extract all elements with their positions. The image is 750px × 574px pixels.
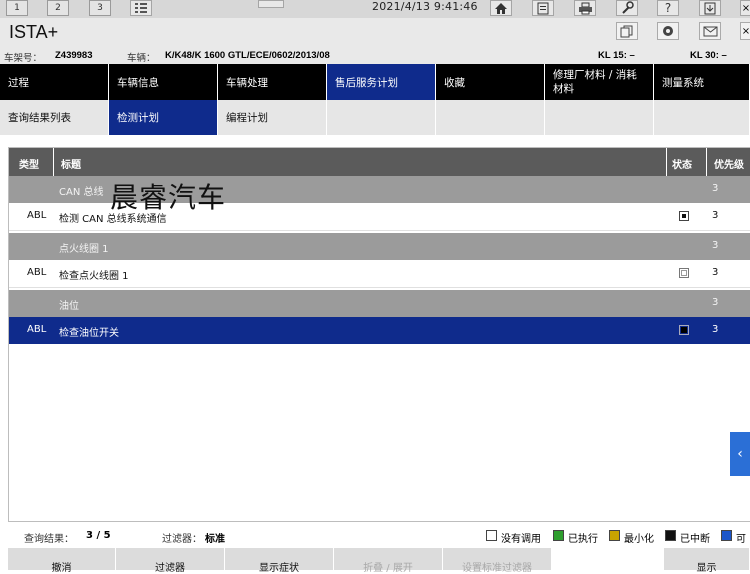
legend-label: 没有调用: [501, 534, 541, 545]
home-icon[interactable]: [490, 0, 512, 16]
mail-icon[interactable]: [699, 22, 721, 40]
wrench-icon[interactable]: [616, 0, 638, 16]
row-type: ABL: [27, 210, 47, 221]
legend-available-icon: [721, 530, 732, 541]
legend-label: 已中断: [680, 534, 710, 545]
button-gap: [552, 548, 664, 570]
subnav-empty-4: [654, 100, 750, 135]
row-title: 检查点火线圈 1: [59, 271, 129, 282]
printer-icon[interactable]: [574, 0, 596, 16]
row-priority: 3: [712, 240, 719, 251]
nav-service-plan[interactable]: 售后服务计划: [327, 64, 436, 100]
table-row-group-ignition[interactable]: 点火线圈 1 3: [9, 233, 750, 260]
row-title: 检查油位开关: [59, 328, 119, 339]
subnav-query-results[interactable]: 查询结果列表: [0, 100, 109, 135]
col-priority[interactable]: 优先级: [714, 156, 744, 171]
clock: 2021/4/13 9:41:46: [372, 0, 478, 13]
legend-minimized-icon: [609, 530, 620, 541]
row-priority: 3: [712, 324, 719, 335]
nav-vehicle-processing[interactable]: 车辆处理: [218, 64, 327, 100]
vehicle-value: K/K48/K 1600 GTL/ECE/0602/2013/08: [165, 50, 330, 61]
session-tab-2[interactable]: 2: [47, 0, 69, 16]
col-status[interactable]: 状态: [672, 156, 692, 171]
vehicle-label: 车辆：: [127, 53, 156, 64]
subnav-empty-2: [436, 100, 545, 135]
watermark-text: 晨睿汽车: [110, 181, 227, 214]
nav-measurement-system[interactable]: 测量系统: [654, 64, 750, 100]
table-row-oil-switch-selected[interactable]: ABL 检查油位开关 3: [9, 317, 750, 344]
filter-value: 标准: [205, 534, 225, 545]
close-icon[interactable]: ×: [740, 0, 750, 16]
kl30-status: KL 30: –: [690, 50, 727, 61]
session-tab-3[interactable]: 3: [89, 0, 111, 16]
legend-not-called-icon: [486, 530, 497, 541]
vin-label: 车架号：: [4, 53, 43, 64]
help-icon[interactable]: ?: [657, 0, 679, 16]
row-title: 点火线圈 1: [59, 244, 109, 255]
nav-workshop-materials[interactable]: 修理厂材料 / 消耗材料: [545, 64, 654, 100]
subnav-empty-3: [545, 100, 654, 135]
row-priority: 3: [712, 183, 719, 194]
table-header: 类型 标题 状态 优先级: [9, 148, 750, 176]
legend-label: 已执行: [568, 534, 598, 545]
legend-label: 可: [736, 534, 746, 545]
settings-gear-icon[interactable]: [657, 22, 679, 40]
nav-favorites[interactable]: 收藏: [436, 64, 545, 100]
result-label: 查询结果：: [24, 534, 74, 545]
nav-process[interactable]: 过程: [0, 64, 109, 100]
row-priority: 3: [712, 267, 719, 278]
col-type[interactable]: 类型: [19, 156, 39, 171]
filter-button[interactable]: 过滤器: [116, 548, 225, 574]
legend-label: 最小化: [624, 534, 654, 545]
status-bar: 查询结果： 3 / 5 过滤器： 标准 没有调用 已执行 最小化 已中断 可: [0, 523, 750, 548]
legend-interrupted-icon: [665, 530, 676, 541]
result-value: 3 / 5: [86, 530, 111, 541]
status-checkbox[interactable]: [679, 211, 689, 221]
subnav-programming-plan[interactable]: 编程计划: [218, 100, 327, 135]
show-symptoms-button[interactable]: 显示症状: [225, 548, 334, 574]
row-title: CAN 总线: [59, 187, 104, 198]
row-type: ABL: [27, 324, 47, 335]
status-checkbox[interactable]: [679, 268, 689, 278]
list-icon[interactable]: [130, 0, 152, 16]
close-x-icon[interactable]: ×: [740, 22, 750, 40]
set-standard-filter-button[interactable]: 设置标准过滤器: [443, 548, 552, 574]
vin-value: Z439983: [55, 50, 93, 61]
row-title: 油位: [59, 301, 79, 312]
document-icon[interactable]: [532, 0, 554, 16]
status-checkbox[interactable]: [679, 325, 689, 335]
nav-vehicle-info[interactable]: 车辆信息: [109, 64, 218, 100]
vehicle-info-bar: 车架号： Z439983 车辆： K/K48/K 1600 GTL/ECE/06…: [0, 46, 750, 64]
undo-button[interactable]: 撤消: [8, 548, 116, 574]
col-title[interactable]: 标题: [61, 156, 81, 171]
collapse-expand-button[interactable]: 折叠 / 展开: [334, 548, 443, 574]
session-tab-1[interactable]: 1: [6, 0, 28, 16]
print-preview-icon[interactable]: [258, 0, 284, 8]
legend-executed-icon: [553, 530, 564, 541]
subnav-empty-1: [327, 100, 436, 135]
filter-label: 过滤器：: [162, 534, 202, 545]
table-row-ignition-test[interactable]: ABL 检查点火线圈 1 3: [9, 260, 750, 288]
download-icon[interactable]: [699, 0, 721, 16]
subnav-test-plan[interactable]: 检测计划: [109, 100, 218, 135]
row-priority: 3: [712, 210, 719, 221]
table-row-group-oil[interactable]: 油位 3: [9, 290, 750, 317]
row-type: ABL: [27, 267, 47, 278]
row-priority: 3: [712, 297, 719, 308]
copy-icon[interactable]: [616, 22, 638, 40]
collapse-panel-handle[interactable]: ‹: [730, 432, 750, 476]
kl15-status: KL 15: –: [598, 50, 635, 61]
app-title: ISTA+: [9, 22, 59, 42]
show-button[interactable]: 显示: [664, 548, 750, 574]
